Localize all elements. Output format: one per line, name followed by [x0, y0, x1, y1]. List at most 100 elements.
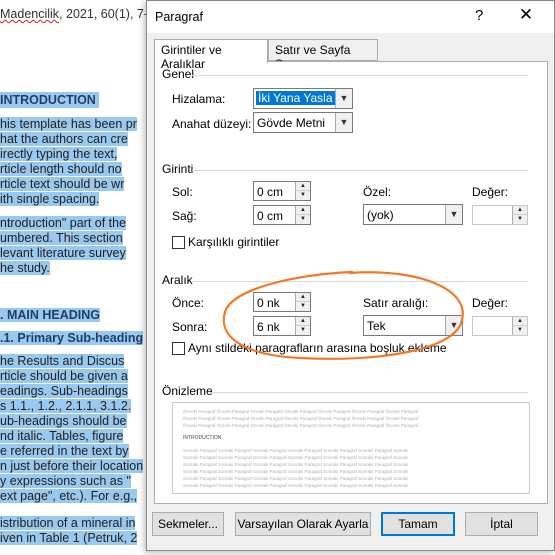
- heading-primary-sub: .1. Primary Sub-heading: [0, 331, 144, 345]
- outline-level-label: Anahat düzeyi:: [172, 117, 252, 131]
- spacing-after-value: 6 nk: [257, 320, 280, 334]
- doc-line: rticle should be given a: [0, 369, 128, 383]
- spacing-value-spinner[interactable]: ▲ ▼: [472, 316, 528, 336]
- chevron-down-icon[interactable]: ▼: [445, 205, 462, 224]
- reference-line: Madencilik, 2021, 60(1), 7-20: [0, 7, 162, 21]
- help-button[interactable]: ?: [475, 7, 483, 24]
- close-button[interactable]: ✕: [516, 5, 536, 27]
- right-indent-spinner[interactable]: 0 cm ▲ ▼: [253, 205, 311, 225]
- spacing-before-spinner[interactable]: 0 nk ▲ ▼: [253, 292, 311, 312]
- spacing-value-label: Değer:: [472, 296, 509, 310]
- mirror-indents-label: Karşılıklı girintiler: [188, 235, 280, 249]
- doc-line: ntroduction" part of the: [0, 216, 127, 230]
- spin-up-icon[interactable]: ▲: [295, 293, 310, 302]
- line-spacing-label: Satır aralığı:: [363, 296, 429, 310]
- right-indent-label: Sağ:: [172, 209, 197, 223]
- doc-line: y expressions such as ": [0, 474, 131, 488]
- spin-up-icon[interactable]: ▲: [512, 317, 527, 326]
- cancel-button[interactable]: İptal: [465, 512, 538, 536]
- left-indent-label: Sol:: [172, 185, 193, 199]
- doc-line: istribution of a mineral in: [0, 516, 136, 530]
- tabs-button[interactable]: Sekmeler...: [152, 512, 224, 536]
- tab-indents-spacing[interactable]: Girintiler ve Aralıklar: [154, 39, 268, 71]
- set-as-default-button[interactable]: Varsayılan Olarak Ayarla: [235, 512, 371, 536]
- doc-line: levant literature survey: [0, 246, 126, 260]
- section-title-indentation: Girinti: [162, 162, 194, 176]
- doc-line: umbered. This section: [0, 231, 123, 245]
- doc-line: his template has been pr: [0, 117, 137, 131]
- doc-line: he Results and Discus: [0, 354, 125, 368]
- preview-sample-text: INTRODUCTION: [183, 435, 222, 441]
- doc-line: eadings. Sub-headings: [0, 384, 128, 398]
- indent-value-spinner[interactable]: ▲ ▼: [472, 205, 528, 225]
- line-spacing-select[interactable]: Tek ▼: [363, 315, 463, 336]
- spacing-after-label: Sonra:: [172, 320, 208, 334]
- doc-line: irectly typing the text,: [0, 147, 118, 161]
- right-indent-value: 0 cm: [257, 209, 284, 223]
- mirror-indents-checkbox[interactable]: [172, 236, 185, 249]
- doc-line: ext page", etc.). For e.g.,: [0, 489, 138, 503]
- chevron-down-icon[interactable]: ▼: [335, 113, 352, 132]
- spin-down-icon[interactable]: ▼: [512, 326, 527, 335]
- spacing-after-spinner[interactable]: 6 nk ▲ ▼: [253, 316, 311, 336]
- title-bar[interactable]: Paragraf ? ✕: [147, 1, 554, 33]
- doc-line: he study.: [0, 261, 50, 275]
- divider: [192, 75, 528, 76]
- preview-previous-line: Önceki Paragraf Önceki Paragraf Önceki P…: [183, 409, 419, 414]
- doc-line: iven in Table 1 (Petruk, 2: [0, 531, 138, 545]
- doc-line: rticle length should no: [0, 162, 122, 176]
- spin-down-icon[interactable]: ▼: [295, 191, 310, 200]
- spin-up-icon[interactable]: ▲: [295, 206, 310, 215]
- outline-level-select[interactable]: Gövde Metni ▼: [253, 112, 353, 133]
- spin-down-icon[interactable]: ▼: [295, 326, 310, 335]
- special-select[interactable]: (yok) ▼: [363, 204, 463, 225]
- doc-line: n just before their location: [0, 459, 144, 473]
- tab-line-page-breaks[interactable]: Satır ve Sayfa Sonu: [268, 39, 378, 71]
- preview-next-line: Sonraki Paragraf Sonraki Paragraf Sonrak…: [183, 483, 409, 488]
- no-space-same-style-checkbox[interactable]: [172, 342, 185, 355]
- doc-line: nd italic. Tables, figure: [0, 429, 124, 443]
- left-indent-spinner[interactable]: 0 cm ▲ ▼: [253, 181, 311, 201]
- divider: [210, 392, 528, 393]
- alignment-select[interactable]: İki Yana Yasla ▼: [253, 88, 353, 109]
- left-indent-value: 0 cm: [257, 185, 284, 199]
- indent-value-label: Değer:: [472, 185, 509, 199]
- spin-down-icon[interactable]: ▼: [512, 215, 527, 224]
- preview-next-line: Sonraki Paragraf Sonraki Paragraf Sonrak…: [183, 462, 409, 467]
- doc-line: ub-headings should be: [0, 414, 127, 428]
- spin-down-icon[interactable]: ▼: [295, 302, 310, 311]
- outline-level-value: Gövde Metni: [257, 116, 326, 130]
- spin-up-icon[interactable]: ▲: [295, 182, 310, 191]
- preview-next-line: Sonraki Paragraf Sonraki Paragraf Sonrak…: [183, 469, 409, 474]
- preview-next-line: Sonraki Paragraf Sonraki Paragraf Sonrak…: [183, 476, 409, 481]
- chevron-down-icon[interactable]: ▼: [445, 316, 462, 335]
- preview-previous-line: Önceki Paragraf Önceki Paragraf Önceki P…: [183, 416, 419, 421]
- special-value: (yok): [367, 208, 394, 222]
- divider: [192, 170, 528, 171]
- doc-line: hat the authors can cre: [0, 132, 128, 146]
- ok-button[interactable]: Tamam: [381, 512, 455, 536]
- doc-line: rticle text should be wr: [0, 177, 125, 191]
- preview-previous-line: Önceki Paragraf Önceki Paragraf Önceki P…: [183, 423, 419, 428]
- spacing-before-value: 0 nk: [257, 296, 280, 310]
- alignment-label: Hizalama:: [172, 92, 226, 106]
- heading-main: . MAIN HEADING: [0, 308, 100, 322]
- preview-box: Önceki Paragraf Önceki Paragraf Önceki P…: [172, 402, 530, 494]
- spacing-before-label: Önce:: [172, 296, 205, 310]
- preview-next-line: Sonraki Paragraf Sonraki Paragraf Sonrak…: [183, 448, 409, 453]
- doc-line: ith single spacing.: [0, 192, 100, 206]
- chevron-down-icon[interactable]: ▼: [335, 89, 352, 108]
- heading-introduction: INTRODUCTION: [0, 92, 99, 108]
- reference-word: Madencilik: [0, 7, 60, 21]
- doc-line: s 1.1., 1.2., 2.1.1, 3.1.2.: [0, 399, 132, 413]
- spin-down-icon[interactable]: ▼: [295, 215, 310, 224]
- no-space-same-style-label: Aynı stildeki paragrafların arasına boşl…: [188, 341, 447, 355]
- preview-next-line: Sonraki Paragraf Sonraki Paragraf Sonrak…: [183, 455, 409, 460]
- divider: [192, 281, 528, 282]
- dialog-title: Paragraf: [155, 10, 203, 24]
- spin-up-icon[interactable]: ▲: [512, 206, 527, 215]
- doc-line: e referred in the text by: [0, 444, 129, 458]
- spin-up-icon[interactable]: ▲: [295, 317, 310, 326]
- line-spacing-value: Tek: [367, 319, 386, 333]
- section-title-spacing: Aralık: [162, 273, 193, 287]
